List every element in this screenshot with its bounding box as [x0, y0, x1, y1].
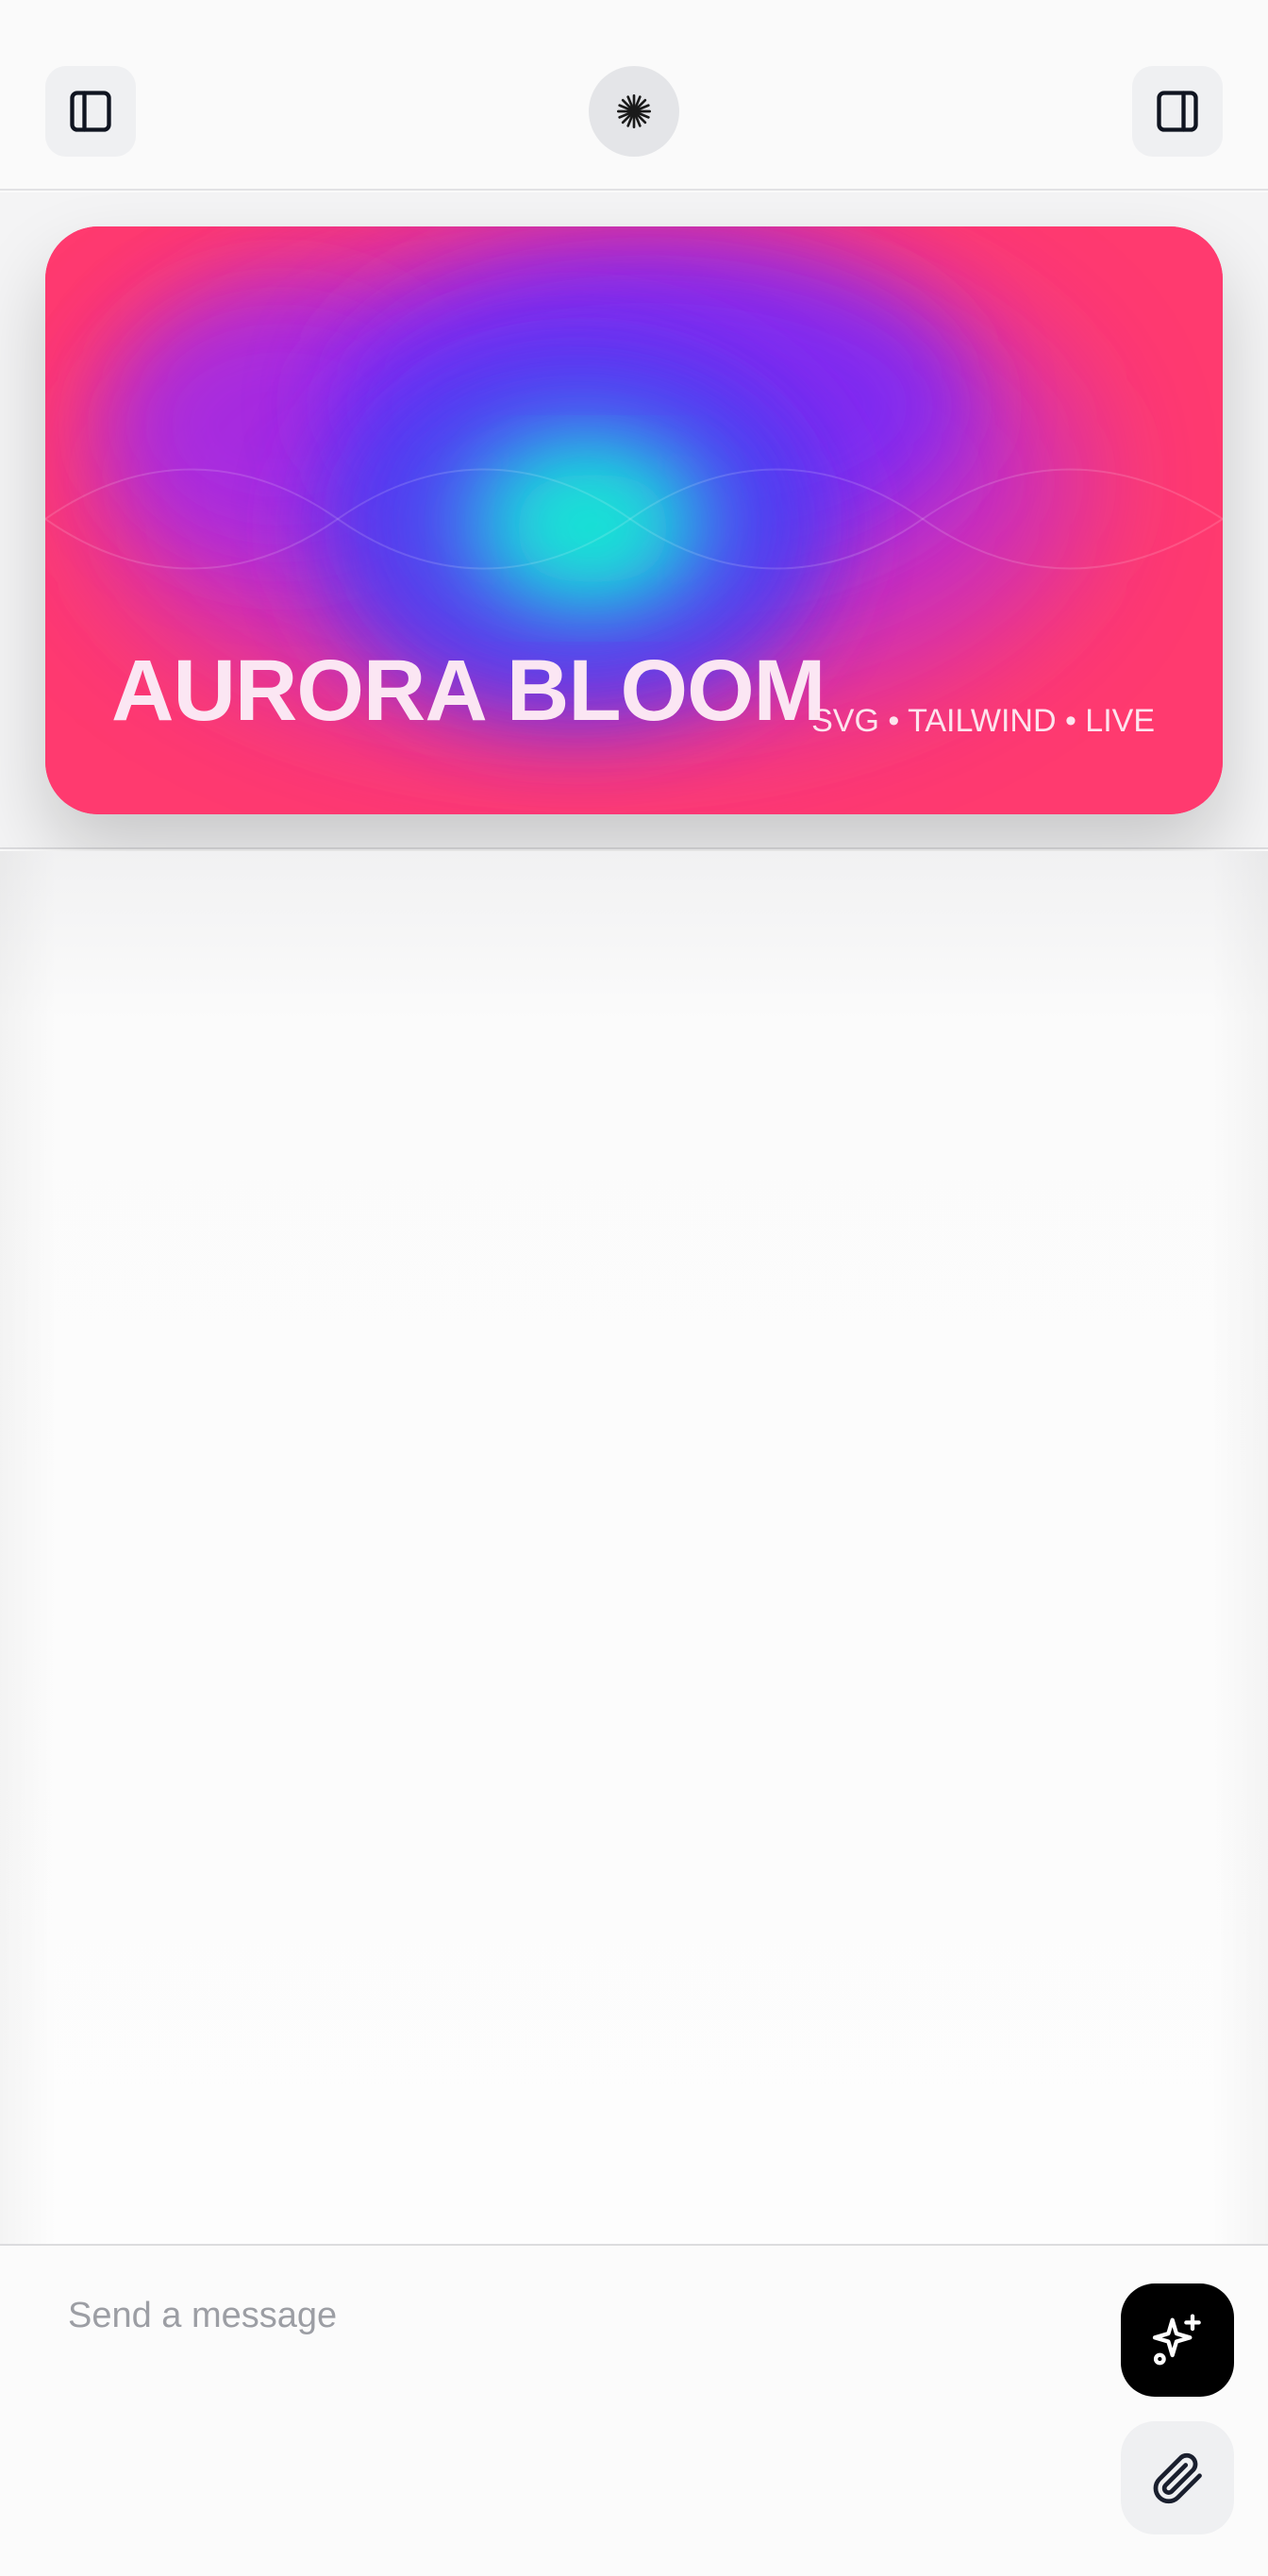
sidebar-right-icon [1157, 91, 1198, 132]
top-bar [0, 0, 1268, 191]
banner-area: AURORA BLOOM SVG • TAILWIND • LIVE [0, 192, 1268, 849]
send-button[interactable] [1121, 2283, 1234, 2397]
chat-area [0, 851, 1268, 2244]
paperclip-icon [1153, 2452, 1202, 2504]
message-input[interactable] [53, 2278, 1072, 2353]
model-button[interactable] [589, 66, 679, 157]
sparkles-icon [1152, 2314, 1201, 2366]
message-composer [0, 2244, 1268, 2576]
aurora-banner: AURORA BLOOM SVG • TAILWIND • LIVE [45, 226, 1223, 814]
toggle-left-sidebar-button[interactable] [45, 66, 136, 157]
banner-tags: SVG • TAILWIND • LIVE [811, 703, 1155, 739]
banner-title: AURORA BLOOM [111, 643, 826, 739]
attach-button[interactable] [1121, 2421, 1234, 2534]
app-window: AURORA BLOOM SVG • TAILWIND • LIVE [0, 0, 1268, 2576]
sparkle-burst-icon [617, 94, 651, 129]
sidebar-left-icon [70, 91, 111, 132]
toggle-right-sidebar-button[interactable] [1132, 66, 1223, 157]
